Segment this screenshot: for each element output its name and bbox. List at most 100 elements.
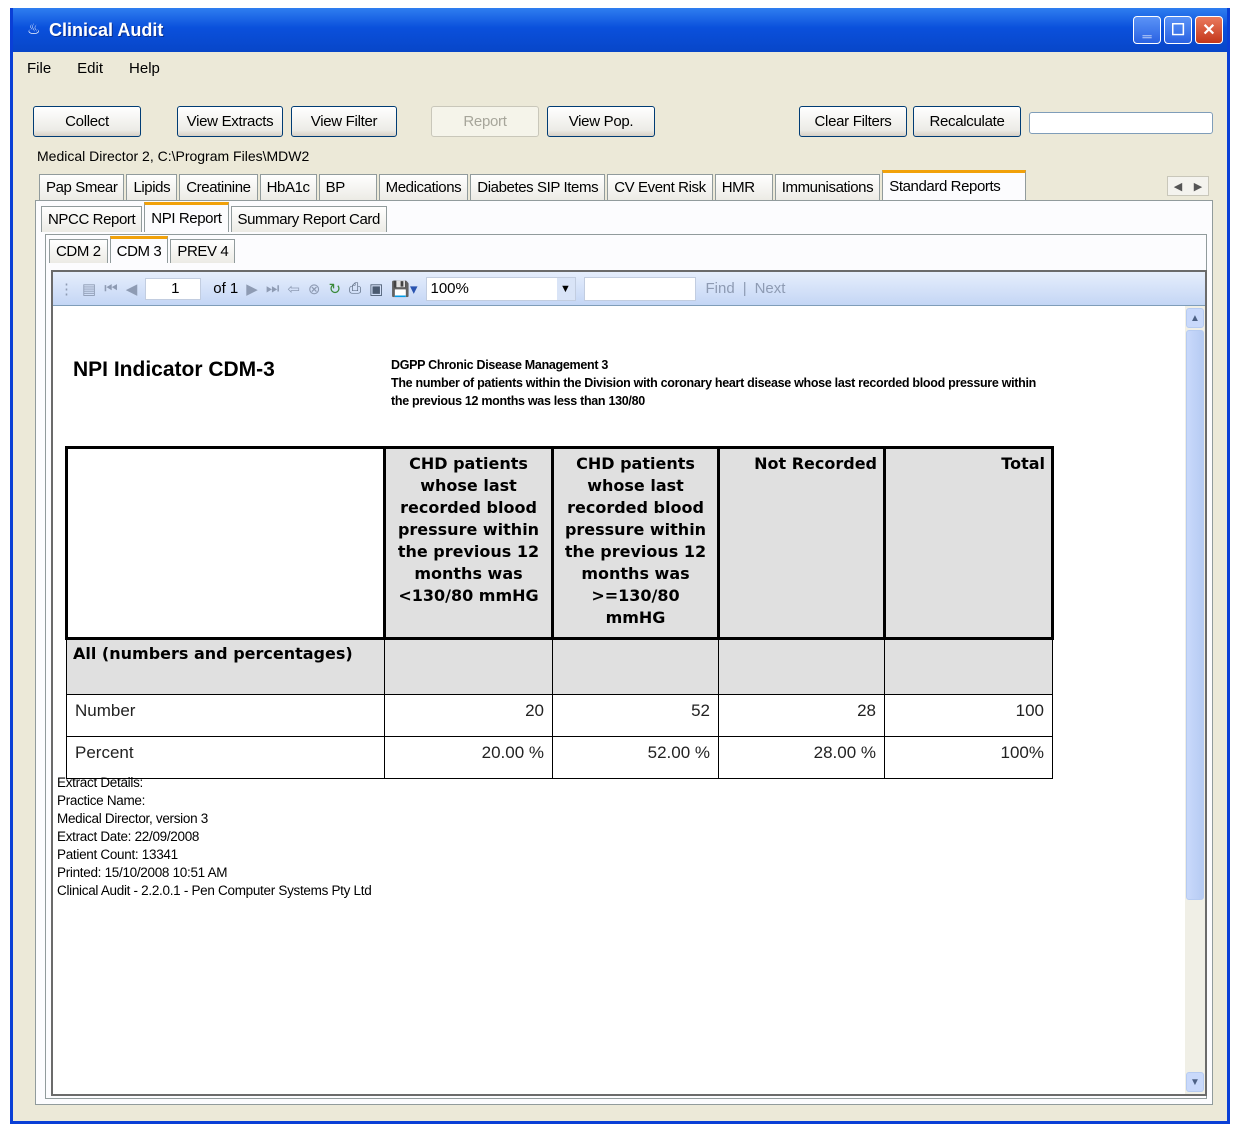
view-pop-button[interactable]: View Pop. xyxy=(547,106,655,137)
table-corner-cell xyxy=(65,446,386,640)
report-title: NPI Indicator CDM-3 xyxy=(73,358,275,381)
progress-bar xyxy=(1029,112,1213,134)
percent-not-recorded: 28.00 % xyxy=(718,736,885,779)
tab-creatinine[interactable]: Creatinine xyxy=(179,174,258,200)
scrollbar-thumb[interactable] xyxy=(1186,330,1204,900)
number-not-recorded: 28 xyxy=(718,694,885,737)
zoom-select[interactable]: 100% ▼ xyxy=(425,276,576,301)
title-bar[interactable]: ♨ Clinical Audit ‗ ☐ ✕ xyxy=(13,8,1227,52)
zoom-value: 100% xyxy=(430,280,469,297)
parameters-icon[interactable]: ▤ xyxy=(82,280,96,298)
group-cell xyxy=(718,638,885,695)
main-tabs: Pap Smear Lipids Creatinine HbA1c BP Med… xyxy=(39,170,1028,200)
tab-summary-report-card[interactable]: Summary Report Card xyxy=(230,206,387,232)
clear-filters-button[interactable]: Clear Filters xyxy=(799,106,907,137)
maximize-icon: ☐ xyxy=(1170,22,1186,39)
refresh-icon[interactable]: ↻ xyxy=(329,280,342,298)
scroll-up-icon[interactable]: ▲ xyxy=(1186,308,1204,328)
toolbar-separator: | xyxy=(742,280,747,297)
software-version: Medical Director, version 3 xyxy=(57,811,208,826)
group-cell xyxy=(384,638,553,695)
patient-count: Patient Count: 13341 xyxy=(57,847,178,862)
report-toolbar: ⋮ ▤ ⏮ ◀ 1 of 1 ▶ ⏭ ⇦ ⊗ ↻ ⎙ ▣ 💾▾ 100% ▼ Fi… xyxy=(53,272,1205,306)
next-page-icon[interactable]: ▶ xyxy=(246,280,258,298)
tab-bp[interactable]: BP xyxy=(318,174,377,200)
tab-medications[interactable]: Medications xyxy=(378,174,469,200)
percent-below-target: 20.00 % xyxy=(384,736,553,779)
view-extracts-button[interactable]: View Extracts xyxy=(177,106,283,137)
export-icon[interactable]: 💾▾ xyxy=(391,280,417,298)
column-header-below-target: CHD patients whose last recorded blood p… xyxy=(383,446,554,640)
table-row: Percent 20.00 % 52.00 % 28.00 % 100% xyxy=(66,736,1053,779)
group-cell xyxy=(884,638,1053,695)
page-layout-icon[interactable]: ▣ xyxy=(369,280,383,298)
tab-immunisations[interactable]: Immunisations xyxy=(774,174,881,200)
tab-lipids[interactable]: Lipids xyxy=(126,174,178,200)
chevron-down-icon: ▼ xyxy=(556,277,575,300)
scroll-down-icon[interactable]: ▼ xyxy=(1186,1072,1204,1092)
extract-details-heading: Extract Details: xyxy=(57,775,143,790)
collect-button[interactable]: Collect xyxy=(33,106,141,137)
menu-edit[interactable]: Edit xyxy=(77,60,103,77)
indicator-tabs: CDM 2 CDM 3 PREV 4 xyxy=(49,236,237,263)
indicator-table: CHD patients whose last recorded blood p… xyxy=(65,446,1054,779)
close-button[interactable]: ✕ xyxy=(1195,16,1223,44)
menu-help[interactable]: Help xyxy=(129,60,160,77)
tab-npcc-report[interactable]: NPCC Report xyxy=(41,206,143,232)
extract-details: Extract Details: Practice Name: Medical … xyxy=(57,774,372,900)
recalculate-button[interactable]: Recalculate xyxy=(913,106,1021,137)
column-header-not-recorded: Not Recorded xyxy=(717,446,886,640)
app-window: ♨ Clinical Audit ‗ ☐ ✕ File Edit Help Co… xyxy=(10,8,1230,1124)
tab-cdm-3[interactable]: CDM 3 xyxy=(109,236,169,263)
report-tabs: NPCC Report NPI Report Summary Report Ca… xyxy=(41,202,389,232)
scroll-left-icon[interactable]: ◀ xyxy=(1174,180,1182,193)
minimize-icon: ‗ xyxy=(1142,21,1152,38)
report-subtitle: DGPP Chronic Disease Management 3 xyxy=(391,358,609,372)
menu-file[interactable]: File xyxy=(27,60,51,77)
tab-cdm-2[interactable]: CDM 2 xyxy=(49,239,108,263)
menu-bar: File Edit Help xyxy=(13,56,1227,80)
page-count-label: of 1 xyxy=(213,280,239,297)
number-above-target: 52 xyxy=(552,694,719,737)
page-number-input[interactable]: 1 xyxy=(145,277,202,300)
tab-npi-report[interactable]: NPI Report xyxy=(144,202,229,232)
percent-total: 100% xyxy=(884,736,1053,779)
find-input[interactable] xyxy=(583,276,696,301)
report-viewer: ⋮ ▤ ⏮ ◀ 1 of 1 ▶ ⏭ ⇦ ⊗ ↻ ⎙ ▣ 💾▾ 100% ▼ Fi… xyxy=(51,270,1207,1096)
next-link[interactable]: Next xyxy=(755,280,786,297)
tab-pap-smear[interactable]: Pap Smear xyxy=(39,174,125,200)
printed-date: Printed: 15/10/2008 10:51 AM xyxy=(57,865,228,880)
tab-standard-reports[interactable]: Standard Reports xyxy=(882,170,1027,200)
print-icon[interactable]: ⎙ xyxy=(349,280,361,297)
last-page-icon[interactable]: ⏭ xyxy=(266,280,280,297)
minimize-button[interactable]: ‗ xyxy=(1133,16,1161,44)
first-page-icon[interactable]: ⏮ xyxy=(104,280,118,297)
data-source-label: Medical Director 2, C:\Program Files\MDW… xyxy=(37,148,310,164)
find-link[interactable]: Find xyxy=(706,280,735,297)
vertical-scrollbar[interactable]: ▲ ▼ xyxy=(1185,306,1205,1094)
tab-hba1c[interactable]: HbA1c xyxy=(259,174,317,200)
number-below-target: 20 xyxy=(384,694,553,737)
stop-icon[interactable]: ⊗ xyxy=(308,280,321,298)
app-version: Clinical Audit - 2.2.0.1 - Pen Computer … xyxy=(57,883,372,898)
percent-above-target: 52.00 % xyxy=(552,736,719,779)
close-icon: ✕ xyxy=(1202,22,1216,39)
tab-diabetes-sip-items[interactable]: Diabetes SIP Items xyxy=(470,174,606,200)
view-filter-button[interactable]: View Filter xyxy=(291,106,397,137)
window-title: Clinical Audit xyxy=(49,19,164,40)
tab-hmr[interactable]: HMR xyxy=(714,174,773,200)
row-label-number: Number xyxy=(66,694,385,737)
group-cell xyxy=(552,638,719,695)
tab-scroll-buttons[interactable]: ◀ ▶ xyxy=(1167,176,1209,196)
toolbar-grip-icon: ⋮ xyxy=(59,280,74,298)
report-button[interactable]: Report xyxy=(431,106,539,137)
tab-cv-event-risk[interactable]: CV Event Risk xyxy=(607,174,713,200)
tab-prev-4[interactable]: PREV 4 xyxy=(170,239,236,263)
maximize-button[interactable]: ☐ xyxy=(1164,16,1192,44)
column-header-above-target: CHD patients whose last recorded blood p… xyxy=(551,446,720,640)
back-icon[interactable]: ⇦ xyxy=(287,280,300,298)
column-header-total: Total xyxy=(883,446,1054,640)
scroll-right-icon[interactable]: ▶ xyxy=(1194,180,1202,193)
previous-page-icon[interactable]: ◀ xyxy=(126,280,138,298)
practice-name: Practice Name: xyxy=(57,793,146,808)
